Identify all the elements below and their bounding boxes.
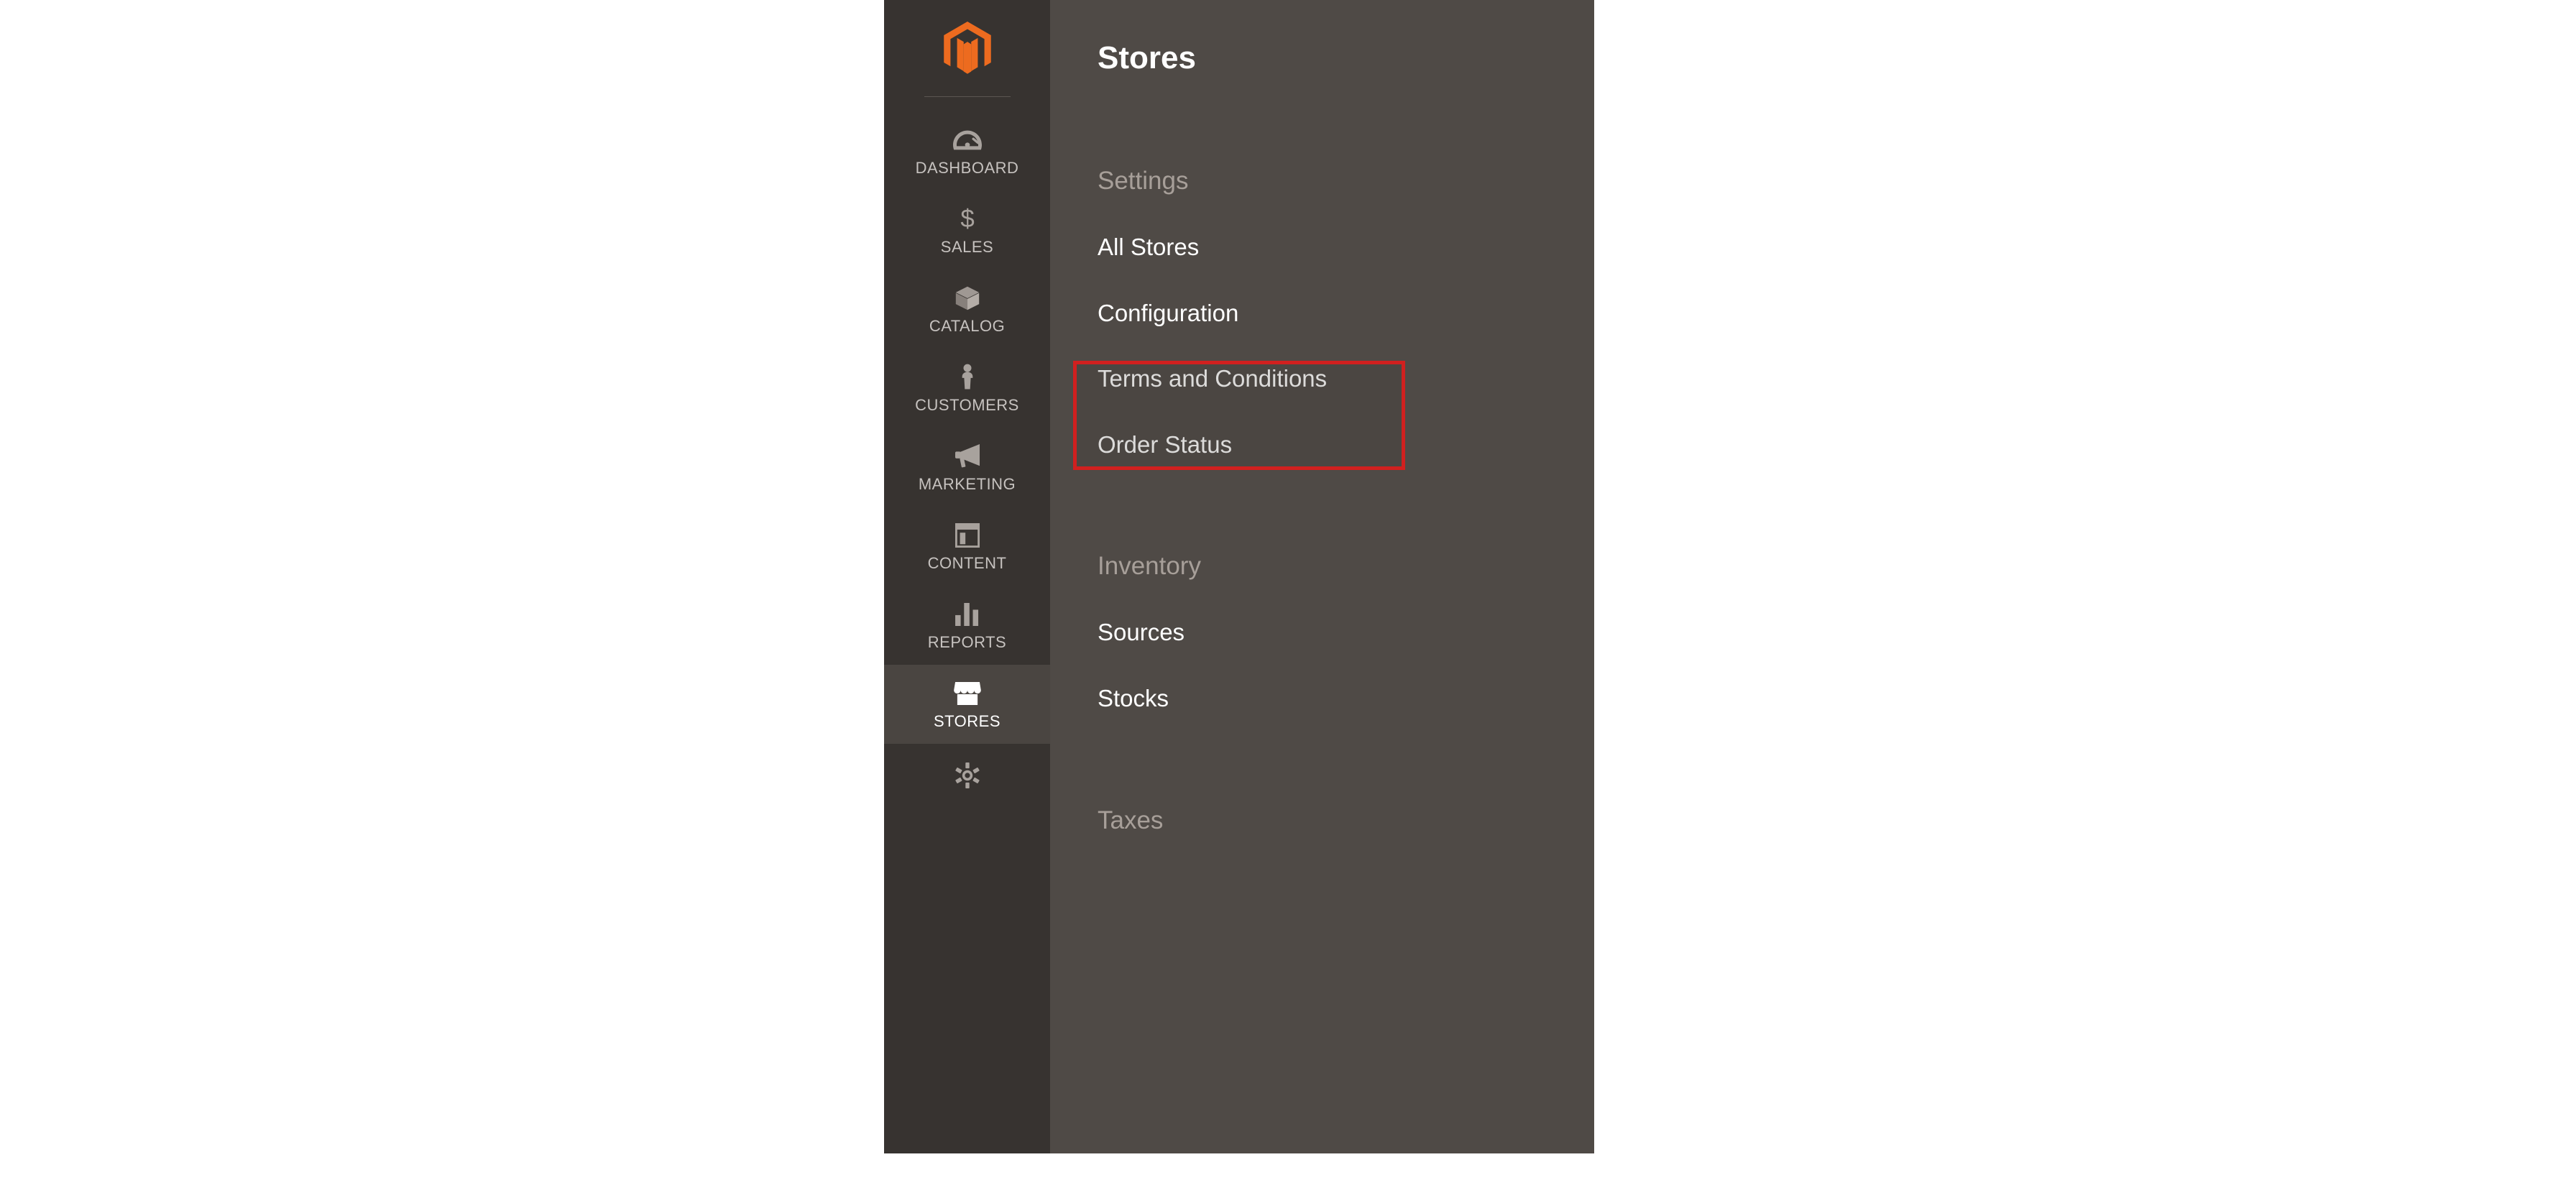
nav-label: MARKETING: [919, 475, 1016, 494]
sidebar-item-customers[interactable]: CUSTOMERS: [884, 349, 1050, 428]
layout-icon: [953, 521, 982, 550]
bar-chart-icon: [953, 600, 982, 629]
sidebar-item-catalog[interactable]: CATALOG: [884, 269, 1050, 349]
admin-panel-region: DASHBOARD $ SALES CATALOG: [884, 0, 1594, 1153]
menu-link-configuration[interactable]: Configuration: [1098, 299, 1594, 328]
submenu-group-settings: Settings All Stores Configuration Terms …: [1098, 167, 1594, 459]
submenu-title: Stores: [1098, 40, 1594, 76]
nav-label: CONTENT: [928, 554, 1007, 573]
nav-label: DASHBOARD: [916, 159, 1019, 178]
megaphone-icon: [953, 442, 982, 471]
menu-link-all-stores[interactable]: All Stores: [1098, 233, 1594, 262]
menu-link-order-status[interactable]: Order Status: [1098, 430, 1594, 459]
storefront-icon: [953, 679, 982, 708]
sidebar-item-content[interactable]: CONTENT: [884, 507, 1050, 586]
sidebar-item-reports[interactable]: REPORTS: [884, 586, 1050, 665]
group-heading: Settings: [1098, 167, 1594, 195]
stores-submenu: Stores Settings All Stores Configuration…: [1050, 0, 1594, 1153]
menu-link-sources[interactable]: Sources: [1098, 618, 1594, 647]
dollar-icon: $: [953, 205, 982, 234]
svg-text:$: $: [960, 206, 974, 233]
nav-label: REPORTS: [928, 633, 1006, 652]
sidebar-item-stores[interactable]: STORES: [884, 665, 1050, 744]
submenu-group-inventory: Inventory Sources Stocks: [1098, 552, 1594, 712]
logo-container: [924, 22, 1011, 97]
gear-icon: [953, 761, 982, 790]
submenu-group-taxes: Taxes: [1098, 806, 1594, 835]
group-heading: Taxes: [1098, 806, 1594, 835]
person-icon: [953, 363, 982, 392]
sidebar-item-dashboard[interactable]: DASHBOARD: [884, 111, 1050, 190]
nav-label: CUSTOMERS: [915, 396, 1019, 415]
menu-link-stocks[interactable]: Stocks: [1098, 684, 1594, 713]
sidebar-item-marketing[interactable]: MARKETING: [884, 428, 1050, 507]
sidebar-item-system[interactable]: [884, 744, 1050, 797]
group-heading: Inventory: [1098, 552, 1594, 581]
gauge-icon: [953, 126, 982, 155]
main-sidebar: DASHBOARD $ SALES CATALOG: [884, 0, 1050, 1153]
box-icon: [953, 284, 982, 313]
nav-label: CATALOG: [929, 317, 1005, 336]
sidebar-item-sales[interactable]: $ SALES: [884, 190, 1050, 269]
nav-label: SALES: [941, 238, 993, 257]
menu-link-terms-and-conditions[interactable]: Terms and Conditions: [1098, 364, 1594, 393]
nav-label: STORES: [934, 712, 1000, 731]
magento-logo-icon[interactable]: [944, 22, 991, 76]
